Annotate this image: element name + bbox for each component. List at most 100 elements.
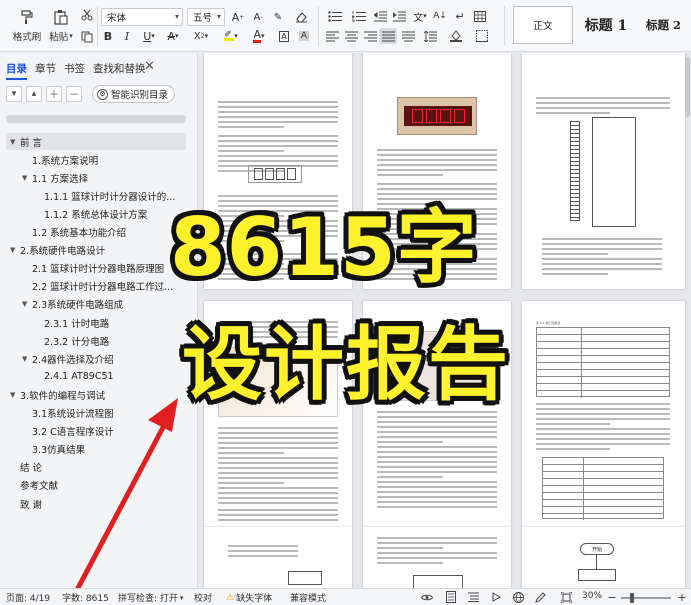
collapse-icon[interactable]: ▾ [6,86,22,102]
justify-icon[interactable] [379,28,397,44]
superscript-icon[interactable]: X 2 ▾ [190,29,212,43]
page-thumbnail[interactable]: 表 2.1 端口功能表 [522,301,685,527]
fit-page-icon[interactable] [560,591,572,603]
vertical-scrollbar[interactable] [685,57,690,577]
numbered-list-icon[interactable] [348,9,370,23]
show-marks-icon[interactable]: ↵ [452,9,468,23]
char-border-icon[interactable]: A [276,29,292,43]
toc-item[interactable]: 1.系统方案说明 [0,151,196,168]
style-normal[interactable]: 正文 [513,6,573,44]
text-line [377,159,497,161]
toc-item[interactable]: ▼ 前 言 [6,133,186,150]
zoom-out-icon[interactable]: − [606,591,618,604]
smart-toc-button[interactable]: ⚙ 智能识别目录 [92,85,176,103]
missing-font[interactable]: ⚠ 缺失字体 [226,591,272,605]
underline-icon[interactable]: U ▾ [139,29,159,43]
clear-format-icon[interactable] [293,9,309,25]
highlight-icon[interactable]: ✐ ▾ [220,29,242,43]
expand-toggle-icon[interactable]: ▼ [10,391,20,399]
align-center-icon[interactable] [343,29,359,43]
font-size-select[interactable]: 五号 ▾ [187,8,225,26]
text-line [228,545,298,547]
chinese-layout-icon[interactable]: 文 ▾ [411,9,429,24]
spell-check[interactable]: 拼写检查: 打开 ▾ [118,591,183,605]
phonetic-icon[interactable]: ✎ [270,9,286,25]
move-up-icon[interactable]: ▴ [26,86,42,102]
toc-item[interactable]: ▼ 2.4器件选择及介绍 [0,350,196,367]
add-icon[interactable]: + [46,86,62,102]
paste-button[interactable]: 粘贴 ▾ [44,6,78,46]
toc-item[interactable]: 2.3.2 计分电路 [0,332,196,349]
shading-icon[interactable] [446,29,466,43]
text-line [377,562,443,564]
toc-item[interactable]: ▼ 2.3系统硬件电路组成 [0,296,196,313]
shrink-font-icon[interactable]: A- [250,9,266,25]
table-icon[interactable] [472,9,488,23]
expand-toggle-icon[interactable]: ▼ [10,246,20,254]
borders-icon[interactable] [472,29,492,43]
toc-item[interactable]: 1.1.2 系统总体设计方案 [0,205,196,222]
italic-icon[interactable]: I [120,29,134,43]
strikethrough-icon[interactable]: A ▾ [163,29,183,43]
zoom-slider[interactable] [621,593,671,603]
tab-find-replace[interactable]: 查找和替换 [93,61,146,76]
zoom-level[interactable]: 30% [582,591,602,601]
style-heading-2[interactable]: 标题 2 [638,6,691,44]
toc-item-label: 2.3系统硬件电路组成 [32,300,124,312]
format-painter-button[interactable]: 格式刷 [10,6,44,46]
page-thumbnail[interactable] [522,53,685,289]
page-thumbnail[interactable] [204,527,352,588]
toc-item[interactable]: 2.4.1 AT89C51 [0,368,196,385]
expand-toggle-icon[interactable]: ▼ [22,174,32,182]
outline-view-icon[interactable] [467,591,479,603]
zoom-in-icon[interactable]: + [676,591,688,604]
toc-item[interactable]: 1.1.1 篮球计时计分器设计的... [0,187,196,204]
cut-icon[interactable] [80,8,94,22]
align-right-icon[interactable] [362,29,378,43]
close-icon[interactable]: ✕ [144,59,155,74]
sort-icon[interactable]: A↓ [432,9,448,23]
outdent-icon[interactable] [372,9,388,23]
globe-icon[interactable] [512,591,524,603]
font-name-select[interactable]: 宋体 ▾ [101,8,183,26]
text-line [218,462,338,464]
distribute-icon[interactable] [400,29,416,43]
expand-toggle-icon[interactable]: ▼ [10,138,20,146]
toc-item[interactable]: 1.2 系统基本功能介绍 [0,224,196,241]
align-left-icon[interactable] [324,29,340,43]
page-thumbnail[interactable]: 开始 [522,527,685,588]
zoom-slider-thumb[interactable] [630,593,634,603]
expand-toggle-icon[interactable]: ▼ [22,355,32,363]
char-shading-icon[interactable]: A [296,29,312,43]
grow-font-icon[interactable]: A + [230,9,246,25]
toc-item[interactable]: 2.2 篮球计时计分器电路工作过... [0,278,196,295]
toc-item[interactable]: ▼ 1.1 方案选择 [0,169,196,186]
toc-item[interactable]: ▼ 2.系统硬件电路设计 [0,242,196,259]
text-line [218,447,338,449]
page-view-icon[interactable] [445,591,457,603]
page-indicator[interactable]: 页面: 4/19 [6,591,50,604]
expand-toggle-icon[interactable]: ▼ [22,300,32,308]
text-line [218,150,284,152]
style-heading-1[interactable]: 标题 1 [578,6,634,44]
tab-toc[interactable]: 目录 [6,61,27,80]
copy-icon[interactable] [80,30,94,44]
tab-chapters[interactable]: 章节 [35,61,56,76]
font-color-icon[interactable]: A ▾ [248,29,270,43]
indent-icon[interactable] [391,9,407,23]
play-icon[interactable] [490,591,502,603]
proofread[interactable]: 校对 [194,591,212,604]
line-spacing-icon[interactable] [420,29,440,43]
bullet-list-icon[interactable] [324,9,346,23]
pen-icon[interactable] [534,591,546,603]
remove-icon[interactable]: − [66,86,82,102]
word-count[interactable]: 字数: 8615 [62,591,109,604]
toc-item[interactable]: 2.1 篮球计时计分器电路原理图 [0,260,196,277]
tab-bookmarks[interactable]: 书签 [64,61,85,76]
bold-icon[interactable]: B [101,29,115,43]
nav-scrollbar[interactable] [6,115,186,123]
eye-icon[interactable] [421,591,433,603]
paste-icon [53,9,69,25]
page-thumbnail[interactable] [363,527,511,588]
toc-item[interactable]: 2.3.1 计时电路 [0,314,196,331]
